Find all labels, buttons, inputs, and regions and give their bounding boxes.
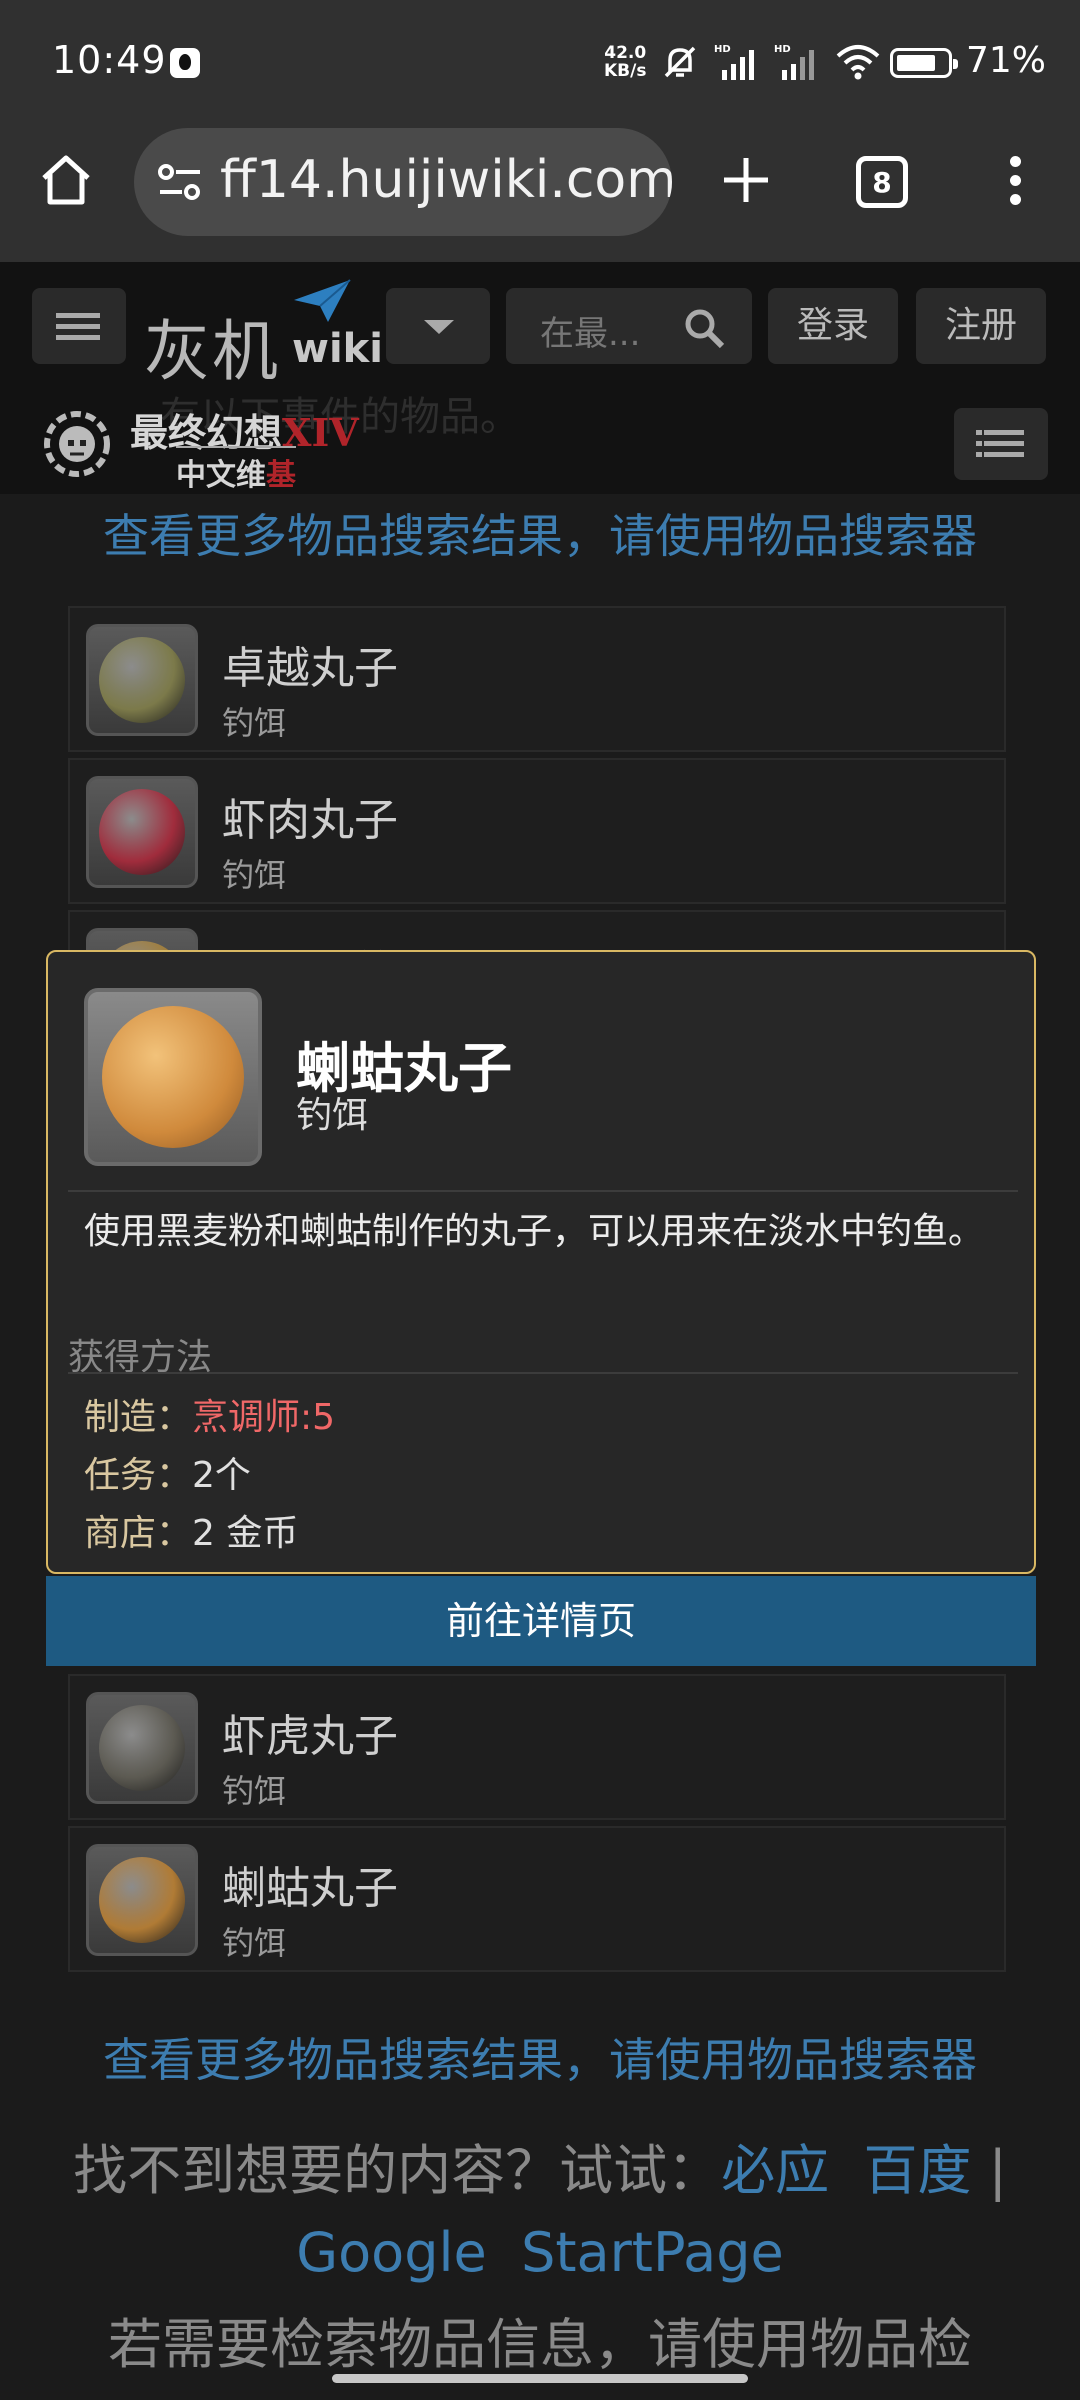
network-speed-unit: KB/s: [604, 61, 647, 81]
address-bar[interactable]: ff14.huijiwiki.com/: [134, 128, 672, 236]
popup-item-thumbnail: [84, 988, 262, 1166]
signal-2-icon: HD: [774, 44, 814, 80]
bing-link[interactable]: 必应: [721, 2139, 829, 2202]
gesture-home-bar[interactable]: [332, 2374, 748, 2383]
more-menu-icon[interactable]: [1000, 156, 1030, 212]
ff14-subtitle: 中文维基: [176, 446, 296, 494]
shop-row: 商店：2 金币: [84, 1504, 298, 1556]
quest-row: 任务：2个: [84, 1446, 251, 1498]
not-found-suggestions: 找不到想要的内容？试试：必应 百度 | Google StartPage: [60, 2130, 1020, 2294]
status-icons: HD HD: [660, 40, 882, 84]
wiki-dropdown-button[interactable]: [386, 288, 490, 364]
svg-text:HD: HD: [714, 44, 731, 55]
item-name: 卓越丸子: [222, 643, 398, 694]
ff14-subtitle-b: 基: [266, 458, 296, 493]
ff14-site-header: 有以下事件的物品。 最终幻想XIV 中文维基: [0, 394, 1080, 494]
item-type: 钓饵: [222, 1924, 287, 1962]
battery-percent: 71%: [966, 40, 1047, 81]
search-placeholder[interactable]: 在最...: [540, 306, 640, 355]
ff14-emblem-icon[interactable]: [36, 400, 118, 488]
baidu-link[interactable]: 百度: [863, 2139, 971, 2202]
item-searcher-hint: 若需要检索物品信息，请使用物品检: [108, 2313, 972, 2376]
mute-bell-icon: [664, 46, 696, 78]
register-button[interactable]: 注册: [916, 288, 1046, 364]
not-found-prefix: 找不到想要的内容？试试：: [73, 2139, 722, 2202]
login-button[interactable]: 登录: [768, 288, 898, 364]
huijiwiki-logo[interactable]: 灰机 wiki: [140, 278, 383, 390]
svg-text:HD: HD: [774, 44, 791, 55]
signal-1-icon: HD: [714, 44, 754, 80]
qq-notification-icon: [170, 48, 200, 78]
wiki-search-box[interactable]: 在最...: [506, 288, 752, 364]
item-type: 钓饵: [222, 704, 287, 742]
ff14-subtitle-a: 中文维: [176, 458, 266, 493]
item-list-bottom: 虾虎丸子 钓饵 蝲蛄丸子 钓饵: [68, 1674, 1006, 1978]
battery-icon: [890, 48, 958, 78]
new-tab-icon[interactable]: [716, 150, 776, 210]
wiki-menu-button[interactable]: [32, 288, 126, 364]
item-thumbnail: [86, 624, 198, 736]
item-searcher-link-bottom[interactable]: 查看更多物品搜索结果，请使用物品搜索器: [0, 2024, 1080, 2090]
item-name: 虾肉丸子: [222, 795, 398, 846]
popup-divider: [68, 1372, 1018, 1374]
item-ball-icon: [99, 789, 185, 875]
item-type: 钓饵: [222, 1772, 287, 1810]
google-link[interactable]: Google: [296, 2221, 486, 2284]
item-thumbnail: [86, 1692, 198, 1804]
item-ball-icon: [99, 637, 185, 723]
popup-divider: [68, 1190, 1018, 1192]
view-details-button[interactable]: 前往详情页: [46, 1576, 1036, 1666]
home-icon[interactable]: [34, 148, 98, 212]
wiki-navbar: 灰机 wiki 在最... 登录 注册: [0, 262, 1080, 394]
browser-toolbar: ff14.huijiwiki.com/ 8: [0, 128, 1080, 262]
shop-label: 商店：: [84, 1513, 193, 1554]
tab-switcher-button[interactable]: 8: [856, 156, 908, 208]
quest-label: 任务：: [84, 1455, 193, 1496]
list-item[interactable]: 虾肉丸子 钓饵: [68, 758, 1006, 904]
status-bar: 10:49 42.0 KB/s HD HD 71%: [0, 0, 1080, 128]
popup-description: 使用黑麦粉和蝲蛄制作的丸子，可以用来在淡水中钓鱼。: [84, 1211, 985, 1252]
item-thumbnail: [86, 776, 198, 888]
item-thumbnail: [86, 1844, 198, 1956]
craft-value[interactable]: 烹调师:5: [192, 1397, 335, 1438]
logo-text-wiki: wiki: [292, 326, 383, 372]
craft-row: 制造：烹调师:5: [84, 1388, 335, 1440]
startpage-link[interactable]: StartPage: [521, 2221, 784, 2284]
item-type: 钓饵: [222, 856, 287, 894]
list-item[interactable]: 卓越丸子 钓饵: [68, 606, 1006, 752]
site-settings-icon[interactable]: [156, 162, 204, 202]
ff14-menu-button[interactable]: [954, 408, 1048, 480]
status-time: 10:49: [52, 38, 167, 82]
list-item[interactable]: 蝲蛄丸子 钓饵: [68, 1826, 1006, 1972]
network-speed-value: 42.0: [604, 43, 647, 63]
url-text[interactable]: ff14.huijiwiki.com/: [220, 150, 672, 210]
item-tooltip-popup: 蝲蛄丸子 钓饵 使用黑麦粉和蝲蛄制作的丸子，可以用来在淡水中钓鱼。 获得方法 制…: [46, 950, 1036, 1574]
item-ball-icon: [99, 1705, 185, 1791]
logo-text-cn: 灰机: [144, 313, 280, 390]
popup-item-type: 钓饵: [296, 1095, 369, 1136]
popup-ball-icon: [102, 1006, 244, 1148]
network-speed: 42.0 KB/s: [604, 44, 646, 80]
list-item[interactable]: 虾虎丸子 钓饵: [68, 1674, 1006, 1820]
item-searcher-link[interactable]: 查看更多物品搜索结果，请使用物品搜索器: [0, 500, 1080, 566]
craft-label: 制造：: [84, 1397, 193, 1438]
wifi-icon: [836, 45, 880, 80]
paper-plane-icon: [294, 279, 351, 322]
item-name: 蝲蛄丸子: [222, 1863, 398, 1914]
search-icon[interactable]: [682, 306, 726, 350]
link-separator: |: [988, 2139, 1007, 2202]
item-name: 虾虎丸子: [222, 1711, 398, 1762]
shop-value: 2 金币: [192, 1513, 299, 1554]
item-ball-icon: [99, 1857, 185, 1943]
quest-value: 2个: [192, 1455, 251, 1496]
